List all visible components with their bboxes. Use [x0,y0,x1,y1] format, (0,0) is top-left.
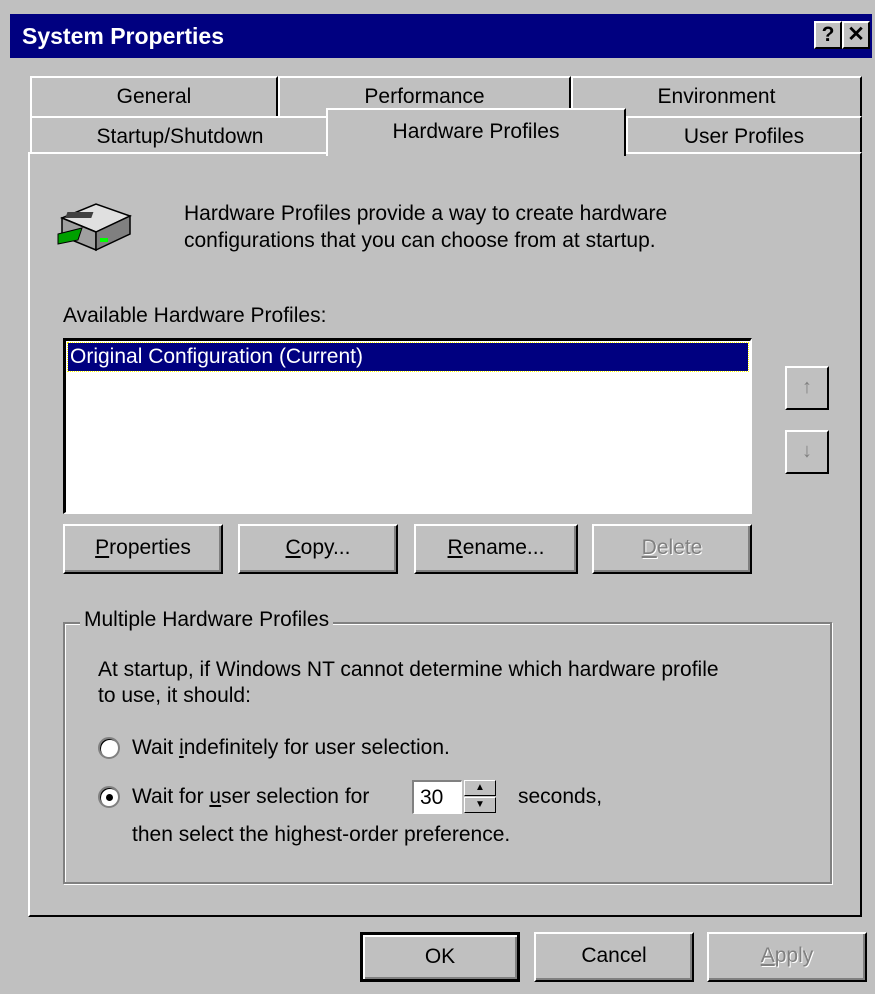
tab-label: Environment [657,85,776,108]
group-description-line2: to use, it should: [98,684,251,707]
accelerator-key: R [447,536,463,559]
tab-hardware-profiles[interactable]: Hardware Profiles [326,108,626,156]
available-profiles-label: Available Hardware Profiles: [63,304,327,327]
accelerator-key: C [285,536,301,559]
button-label: elete [656,536,703,559]
button-label: opy... [300,536,351,559]
tab-label: User Profiles [683,125,805,148]
system-properties-dialog: System Properties ? ✕ General Performanc… [0,0,875,994]
button-label: pply [774,944,814,967]
spin-down-icon: ▼ [475,799,485,810]
tab-label: Performance [364,85,485,108]
list-item-label: Original Configuration (Current) [70,345,363,368]
tab-startup-shutdown[interactable]: Startup/Shutdown [30,116,330,154]
intro-text-line1: Hardware Profiles provide a way to creat… [184,202,668,225]
wait-indefinitely-radio[interactable] [98,737,120,759]
copy-button[interactable]: Copy... [238,524,398,574]
list-item[interactable]: Original Configuration (Current) [67,342,749,372]
apply-button[interactable]: Apply [707,932,867,982]
wait-indefinitely-label[interactable]: Wait indefinitely for user selection. [132,736,450,760]
seconds-label: seconds, [518,785,603,808]
button-label: OK [424,945,456,968]
hardware-profile-icon [57,203,132,252]
ok-button[interactable]: OK [360,932,520,982]
wait-timed-label[interactable]: Wait for user selection for [132,785,369,809]
properties-button[interactable]: Properties [63,524,223,574]
accelerator-key: u [209,785,222,808]
accelerator-key: D [641,536,657,559]
rename-button[interactable]: Rename... [414,524,578,574]
label-part: Wait for [132,785,210,808]
button-label: Cancel [581,944,647,967]
tab-user-profiles[interactable]: User Profiles [626,116,862,154]
cancel-button[interactable]: Cancel [534,932,694,982]
move-up-button[interactable]: ↑ [785,366,829,410]
up-arrow-icon: ↑ [802,376,812,398]
down-arrow-icon: ↓ [802,440,812,462]
help-button[interactable]: ? [814,21,842,49]
move-down-button[interactable]: ↓ [785,430,829,474]
delete-button[interactable]: Delete [592,524,752,574]
window-title: System Properties [22,23,224,49]
radio-selected-dot [106,794,113,801]
label-part: ser selection for [221,785,370,808]
group-description-line1: At startup, if Windows NT cannot determi… [98,658,719,681]
profiles-listbox[interactable]: Original Configuration (Current) [63,338,752,514]
accelerator-key: A [760,944,775,967]
intro-text-line2: configurations that you can choose from … [184,229,656,252]
tab-label: General [116,85,192,108]
spin-down-button[interactable]: ▼ [464,797,496,813]
spin-up-button[interactable]: ▲ [464,780,496,796]
wait-timed-radio[interactable] [98,786,120,808]
close-button[interactable]: ✕ [842,21,870,49]
label-part: Wait [132,736,180,759]
spin-up-icon: ▲ [475,782,485,793]
tab-label: Startup/Shutdown [96,125,264,148]
group-label: Multiple Hardware Profiles [80,608,334,632]
then-select-text: then select the highest-order preference… [132,823,511,846]
tab-general[interactable]: General [30,76,278,116]
accelerator-key: P [95,536,110,559]
button-label: ename... [462,536,545,559]
label-part: ndefinitely for user selection. [183,736,450,759]
button-label: roperties [109,536,191,559]
tab-label: Hardware Profiles [392,120,560,143]
seconds-input[interactable] [412,780,462,814]
title-bar[interactable]: System Properties ? ✕ [10,14,872,58]
